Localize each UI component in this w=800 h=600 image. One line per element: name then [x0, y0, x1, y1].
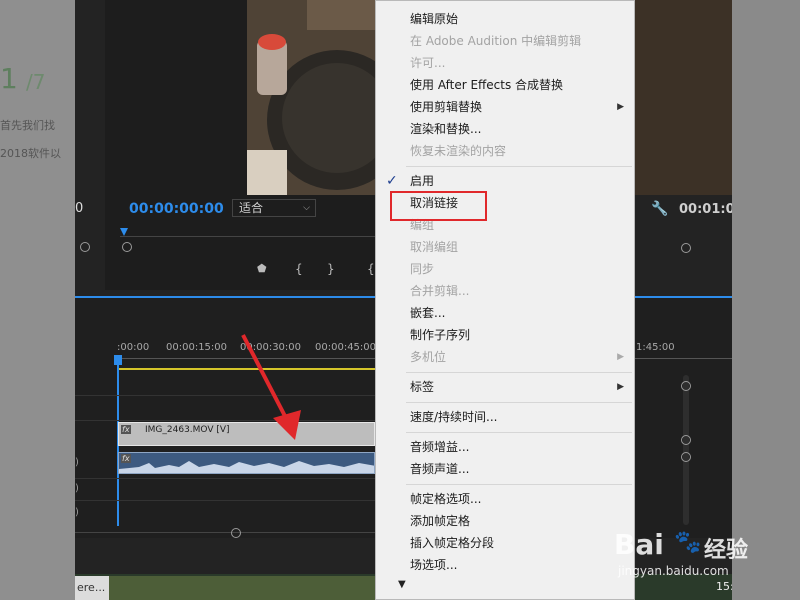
track-divider: [75, 478, 375, 479]
article-text-line: 2018软件以: [0, 147, 61, 160]
menu-item-audio-channels[interactable]: 音频声道...: [376, 458, 634, 480]
vscroll-handle[interactable]: [681, 381, 691, 391]
video-preview-right-part: [635, 0, 732, 195]
timeline-vscroll[interactable]: [683, 375, 689, 525]
background-webpage-right: [732, 0, 800, 600]
submenu-arrow-icon: ▶: [617, 352, 624, 362]
hscroll-handle[interactable]: [231, 528, 241, 538]
chevron-down-icon: ⌵: [303, 203, 310, 213]
audio-waveform: [119, 461, 374, 473]
menu-item-restore-unrendered[interactable]: 恢复未渲染的内容: [376, 140, 634, 162]
scroll-handle[interactable]: [122, 242, 132, 252]
paw-icon: 🐾: [674, 530, 702, 555]
menu-item-merge-clips[interactable]: 合并剪辑...: [376, 280, 634, 302]
timeline-hscroll[interactable]: [75, 532, 375, 533]
vscroll-handle[interactable]: [681, 435, 691, 445]
program-monitor: 00:00:00:00 适合 ⌵ ⬟ { } {: [105, 0, 405, 290]
track-label: ): [75, 507, 79, 518]
menu-item-insert-frame-hold-segment[interactable]: 插入帧定格分段: [376, 532, 634, 554]
video-frame-image: [247, 0, 377, 195]
mark-in-icon[interactable]: {: [295, 262, 303, 276]
menu-item-replace-with-clip[interactable]: 使用剪辑替换 ▶: [376, 96, 634, 118]
playhead-timecode[interactable]: 00:00:00:00: [129, 201, 224, 217]
menu-item-license[interactable]: 许可...: [376, 52, 634, 74]
taskbar-thumbnail[interactable]: ere...: [75, 576, 109, 600]
track-label: ): [75, 457, 79, 468]
menu-item-edit-original[interactable]: 编辑原始: [376, 8, 634, 30]
menu-item-replace-with-ae[interactable]: 使用 After Effects 合成替换: [376, 74, 634, 96]
monitor-scroll-handle-right[interactable]: [681, 243, 691, 253]
submenu-arrow-icon: ▶: [617, 382, 624, 392]
menu-separator: [406, 484, 632, 485]
marker-icon[interactable]: ⬟: [257, 262, 267, 275]
wrench-icon[interactable]: 🔧: [651, 201, 668, 217]
menu-item-field-options[interactable]: 场选项...: [376, 554, 634, 576]
step-number: 1: [0, 62, 18, 95]
left-panel-edge: 0: [75, 201, 84, 216]
monitor-ruler: [120, 236, 400, 237]
audio-clip[interactable]: fx: [118, 452, 375, 474]
menu-separator: [406, 402, 632, 403]
track-divider: [75, 420, 375, 421]
ruler-tick-label: 1:45:00: [636, 342, 675, 353]
ruler-tick-label: 00:00:45:00: [315, 342, 377, 353]
menu-item-add-frame-hold[interactable]: 添加帧定格: [376, 510, 634, 532]
menu-item-enable[interactable]: ✓ 启用: [376, 170, 634, 192]
submenu-arrow-icon: ▶: [617, 102, 624, 112]
menu-item-audio-gain[interactable]: 音频增益...: [376, 436, 634, 458]
track-label: ): [75, 483, 79, 494]
watermark-brand: Bai: [614, 528, 664, 561]
zoom-fit-value: 适合: [239, 201, 264, 215]
menu-item-multi-camera[interactable]: 多机位 ▶: [376, 346, 634, 368]
menu-scroll-down-icon[interactable]: ▼: [398, 579, 406, 590]
timeline-playhead-handle[interactable]: [114, 355, 122, 365]
menu-item-speed-duration[interactable]: 速度/持续时间...: [376, 406, 634, 428]
context-menu: 编辑原始 在 Adobe Audition 中编辑剪辑 许可... 使用 Aft…: [375, 0, 635, 600]
menu-separator: [406, 432, 632, 433]
step-total: /7: [26, 70, 46, 94]
monitor-playhead[interactable]: [120, 228, 128, 236]
menu-item-label[interactable]: 标签 ▶: [376, 376, 634, 398]
video-preview: [247, 0, 377, 195]
track-divider: [75, 500, 375, 501]
left-scroll-handle[interactable]: [80, 242, 90, 252]
go-to-in-icon[interactable]: {: [367, 262, 375, 276]
mark-out-icon[interactable]: }: [327, 262, 335, 276]
menu-item-render-and-replace[interactable]: 渲染和替换...: [376, 118, 634, 140]
taskbar-preview-image: [109, 576, 375, 600]
menu-item-frame-hold-options[interactable]: 帧定格选项...: [376, 488, 634, 510]
menu-item-ungroup[interactable]: 取消编组: [376, 236, 634, 258]
highlight-box: [390, 191, 487, 221]
baidu-watermark: Bai 🐾 经验 jingyan.baidu.com: [612, 526, 792, 586]
menu-item-edit-in-audition[interactable]: 在 Adobe Audition 中编辑剪辑: [376, 30, 634, 52]
menu-item-synchronize[interactable]: 同步: [376, 258, 634, 280]
fx-badge: fx: [121, 425, 131, 434]
watermark-url: jingyan.baidu.com: [618, 564, 729, 578]
taskbar-thumbnail-label: ere...: [77, 581, 106, 594]
video-clip-label: IMG_2463.MOV [V]: [145, 425, 230, 435]
ruler-tick-label: :00:00: [117, 342, 150, 353]
menu-separator: [406, 166, 632, 167]
article-text-line: 首先我们找: [0, 119, 55, 132]
check-icon: ✓: [386, 173, 398, 189]
instruction-arrow: [241, 334, 301, 440]
watermark-brand-cn: 经验: [704, 538, 749, 563]
menu-separator: [406, 372, 632, 373]
background-webpage-left: 1 /7 首先我们找 2018软件以: [0, 0, 75, 600]
zoom-fit-dropdown[interactable]: 适合 ⌵: [232, 199, 316, 217]
ruler-tick-label: 00:00:15:00: [166, 342, 228, 353]
track-divider: [75, 395, 375, 396]
menu-item-make-subsequence[interactable]: 制作子序列: [376, 324, 634, 346]
vscroll-handle[interactable]: [681, 452, 691, 462]
menu-item-nest[interactable]: 嵌套...: [376, 302, 634, 324]
